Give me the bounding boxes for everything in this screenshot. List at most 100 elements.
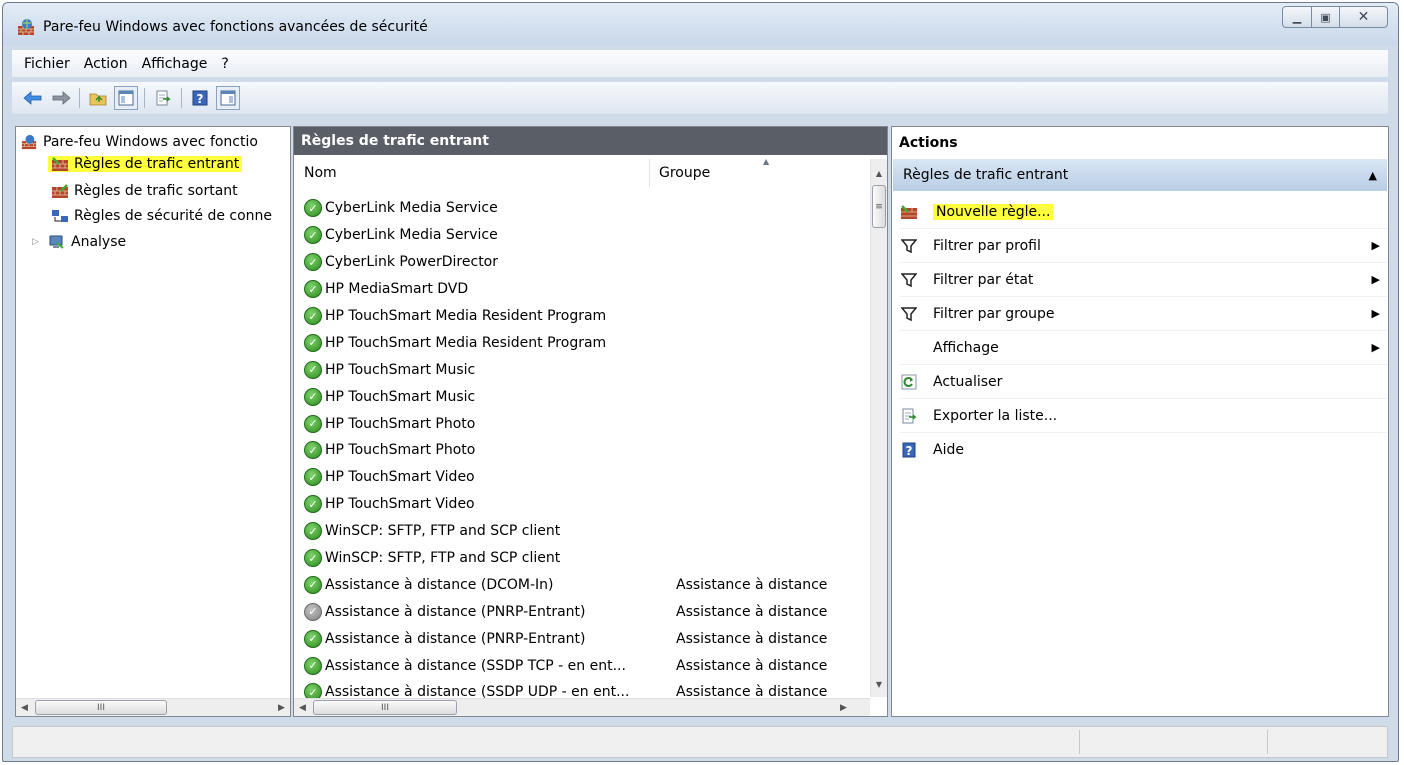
menu-help[interactable]: ? xyxy=(214,56,235,72)
filter-icon xyxy=(899,306,919,322)
rule-enabled-icon: ✓ xyxy=(304,575,322,594)
status-separator xyxy=(1079,730,1080,754)
actions-section-header[interactable]: Règles de trafic entrant ▲ xyxy=(893,159,1387,191)
minimize-button[interactable]: ▁ xyxy=(1282,6,1312,28)
scroll-right-icon[interactable]: ▶ xyxy=(273,699,290,716)
table-row[interactable]: ✓ Assistance à distance (SSDP TCP - en en… xyxy=(294,652,871,679)
tree-item-inbound-rules[interactable]: Règles de trafic entrant xyxy=(48,153,243,175)
menu-action[interactable]: Action xyxy=(77,56,135,72)
tree-item-connection-security[interactable]: Règles de sécurité de conne xyxy=(51,205,272,227)
folder-up-icon xyxy=(89,93,107,106)
rule-enabled-icon: ✓ xyxy=(304,333,322,352)
scroll-left-icon[interactable]: ◀ xyxy=(16,699,33,716)
back-button[interactable] xyxy=(21,86,45,110)
action-export-list[interactable]: Exporter la liste... xyxy=(899,399,1387,433)
title-bar[interactable]: Pare-feu Windows avec fonctions avancées… xyxy=(3,3,1398,45)
action-filter-profile[interactable]: Filtrer par profil ▶ xyxy=(899,229,1387,263)
table-row[interactable]: ✓ Assistance à distance (PNRP-Entrant) Ass… xyxy=(294,625,871,652)
action-new-rule[interactable]: Nouvelle règle... xyxy=(899,195,1387,229)
rule-disabled-icon: ✓ xyxy=(304,602,322,621)
collapse-icon[interactable]: ▲ xyxy=(1369,169,1377,182)
table-row[interactable]: ✓ HP TouchSmart Music xyxy=(294,356,871,383)
show-hide-action-pane-button[interactable] xyxy=(216,86,240,110)
rule-name: HP TouchSmart Music xyxy=(325,361,476,378)
action-filter-group[interactable]: Filtrer par groupe ▶ xyxy=(899,297,1387,331)
scrollbar-thumb[interactable]: ≡ xyxy=(872,185,886,228)
rule-enabled-icon: ✓ xyxy=(304,253,322,272)
tree-item-outbound-rules[interactable]: Règles de trafic sortant xyxy=(51,180,238,202)
submenu-arrow-icon: ▶ xyxy=(1371,273,1380,286)
action-label: Actualiser xyxy=(933,373,1003,390)
table-row[interactable]: ✓ HP MediaSmart DVD xyxy=(294,276,871,303)
rule-name: CyberLink Media Service xyxy=(325,227,498,244)
rule-name: HP TouchSmart Music xyxy=(325,388,476,405)
rule-name: WinSCP: SFTP, FTP and SCP client xyxy=(325,550,561,567)
sort-ascending-icon: ▲ xyxy=(763,157,770,166)
rule-name: Assistance à distance (PNRP-Entrant) xyxy=(325,630,586,647)
expand-icon[interactable]: ▷ xyxy=(32,237,45,247)
help-button[interactable]: ? xyxy=(188,86,212,110)
column-header-group[interactable]: ▲ Groupe xyxy=(651,157,871,187)
table-row[interactable]: ✓ HP TouchSmart Photo xyxy=(294,410,871,437)
actions-title: Actions xyxy=(899,135,958,151)
list-horizontal-scrollbar[interactable]: ◀ III ▶ xyxy=(294,698,870,716)
table-row[interactable]: ✓ CyberLink PowerDirector xyxy=(294,249,871,276)
action-help[interactable]: ? Aide xyxy=(899,433,1387,467)
toolbar-separator xyxy=(144,88,145,108)
toolbar-separator xyxy=(181,88,182,108)
action-refresh[interactable]: Actualiser xyxy=(899,365,1387,399)
export-list-button[interactable] xyxy=(151,86,175,110)
toolbar: ? xyxy=(12,82,1388,114)
svg-text:?: ? xyxy=(906,444,913,458)
close-button[interactable]: ✕ xyxy=(1340,6,1388,28)
maximize-icon: ▣ xyxy=(1320,10,1331,24)
minimize-icon: ▁ xyxy=(1292,10,1302,24)
column-header-name[interactable]: Nom xyxy=(294,159,650,187)
rule-name: Assistance à distance (DCOM-In) xyxy=(325,576,554,593)
table-row[interactable]: ✓ HP TouchSmart Photo xyxy=(294,437,871,464)
table-row[interactable]: ✓ WinSCP: SFTP, FTP and SCP client xyxy=(294,518,871,545)
forward-button[interactable] xyxy=(49,86,73,110)
action-pane-icon xyxy=(220,90,236,106)
export-icon xyxy=(156,90,171,106)
table-row[interactable]: ✓ WinSCP: SFTP, FTP and SCP client xyxy=(294,545,871,572)
tree-item-monitoring[interactable]: ▷ Analyse xyxy=(32,231,126,253)
list-pane-header: Règles de trafic entrant xyxy=(294,127,887,155)
table-row[interactable]: ✓ CyberLink Media Service xyxy=(294,195,871,222)
show-hide-tree-button[interactable] xyxy=(114,86,138,110)
rule-group: Assistance à distance xyxy=(676,657,828,674)
scrollbar-thumb[interactable]: III xyxy=(35,700,167,715)
table-row[interactable]: ✓ HP TouchSmart Media Resident Program xyxy=(294,329,871,356)
tree-item-label: Règles de trafic sortant xyxy=(74,183,238,199)
table-row[interactable]: ✓ HP TouchSmart Video xyxy=(294,491,871,518)
scroll-left-icon[interactable]: ◀ xyxy=(294,699,311,716)
export-icon xyxy=(899,408,919,424)
list-vertical-scrollbar[interactable]: ▲ ≡ ▼ xyxy=(870,159,887,697)
tree-item-label: Règles de trafic entrant xyxy=(74,156,240,172)
monitoring-icon xyxy=(49,235,64,249)
action-view[interactable]: Affichage ▶ xyxy=(899,331,1387,365)
rule-name: Assistance à distance (SSDP TCP - en ent… xyxy=(325,657,626,674)
table-row[interactable]: ✓ HP TouchSmart Music xyxy=(294,383,871,410)
table-row[interactable]: ✓ Assistance à distance (PNRP-Entrant) Ass… xyxy=(294,598,871,625)
scroll-right-icon[interactable]: ▶ xyxy=(835,699,852,716)
action-filter-state[interactable]: Filtrer par état ▶ xyxy=(899,263,1387,297)
tree-root[interactable]: Pare-feu Windows avec fonctio xyxy=(20,131,258,153)
table-row[interactable]: ✓ HP TouchSmart Video xyxy=(294,464,871,491)
action-label: Nouvelle règle... xyxy=(933,203,1054,220)
scroll-up-icon[interactable]: ▲ xyxy=(871,165,887,182)
maximize-button[interactable]: ▣ xyxy=(1312,6,1340,28)
menu-affichage[interactable]: Affichage xyxy=(135,56,215,72)
forward-arrow-icon xyxy=(52,91,71,105)
menu-fichier[interactable]: Fichier xyxy=(12,56,77,72)
scroll-down-icon[interactable]: ▼ xyxy=(871,676,887,693)
up-folder-button[interactable] xyxy=(86,86,110,110)
table-row[interactable]: ✓ CyberLink Media Service xyxy=(294,222,871,249)
window-title: Pare-feu Windows avec fonctions avancées… xyxy=(43,19,428,35)
rule-name: CyberLink PowerDirector xyxy=(325,254,499,271)
rule-enabled-icon: ✓ xyxy=(304,495,322,514)
table-row[interactable]: ✓ Assistance à distance (DCOM-In) Assistan… xyxy=(294,571,871,598)
scrollbar-thumb[interactable]: III xyxy=(313,700,457,715)
table-row[interactable]: ✓ HP TouchSmart Media Resident Program xyxy=(294,303,871,330)
tree-horizontal-scrollbar[interactable]: ◀ III ▶ xyxy=(16,698,290,716)
